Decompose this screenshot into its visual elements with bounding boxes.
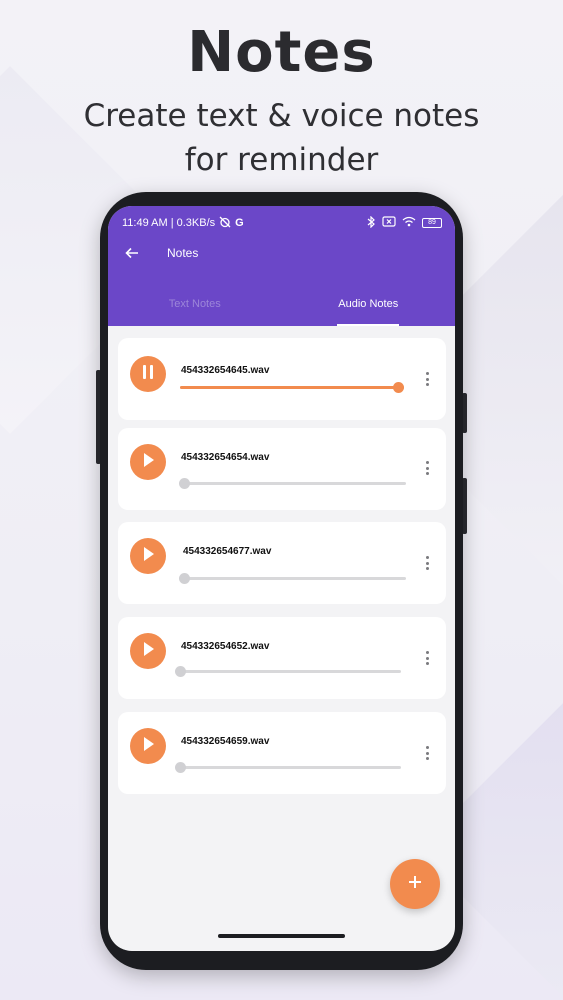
audio-seek-bar[interactable] [180, 382, 404, 393]
promo-subtitle-line2: for reminder [184, 142, 379, 178]
wifi-icon [402, 216, 416, 230]
play-button[interactable] [130, 538, 166, 574]
carrier-icon: G [235, 217, 244, 229]
audio-file-name: 454332654654.wav [181, 452, 270, 463]
alarm-off-icon [219, 216, 231, 231]
status-time: 11:49 AM | 0.3KB/s [122, 217, 216, 229]
audio-note-card[interactable]: 454332654659.wav [118, 712, 446, 794]
phone-screen: 11:49 AM | 0.3KB/s G 89 Notes Text Notes… [108, 206, 455, 951]
seek-thumb[interactable] [179, 573, 190, 584]
play-icon [141, 546, 155, 567]
more-vert-icon[interactable] [421, 554, 433, 572]
promo-title: Notes [187, 20, 376, 85]
sim-off-icon [382, 216, 396, 230]
audio-file-name: 454332654677.wav [183, 546, 272, 557]
home-indicator[interactable] [218, 934, 345, 938]
pause-icon [141, 364, 155, 385]
more-vert-icon[interactable] [421, 649, 433, 667]
promo-subtitle-line1: Create text & voice notes [83, 98, 480, 134]
seek-thumb[interactable] [175, 762, 186, 773]
pause-button[interactable] [130, 356, 166, 392]
audio-file-name: 454332654652.wav [181, 641, 270, 652]
seek-thumb[interactable] [175, 666, 186, 677]
play-button[interactable] [130, 444, 166, 480]
promo-subtitle: Create text & voice notes for reminder [0, 94, 563, 182]
plus-icon [407, 874, 423, 895]
tab-text-notes[interactable]: Text Notes [108, 292, 282, 326]
audio-seek-bar[interactable] [179, 478, 406, 489]
audio-note-card[interactable]: 454332654652.wav [118, 617, 446, 699]
tab-audio-notes-label: Audio Notes [338, 298, 399, 310]
audio-seek-bar[interactable] [179, 573, 406, 584]
audio-progress-fill [180, 386, 404, 389]
play-button[interactable] [130, 728, 166, 764]
add-note-button[interactable] [390, 859, 440, 909]
battery-icon: 89 [422, 218, 442, 228]
audio-note-card[interactable]: 454332654654.wav [118, 428, 446, 510]
tab-bar: Text Notes Audio Notes [108, 292, 455, 326]
bluetooth-icon [366, 215, 376, 231]
audio-note-card[interactable]: 454332654645.wav [118, 338, 446, 420]
audio-seek-bar[interactable] [175, 666, 401, 677]
seek-thumb[interactable] [393, 382, 404, 393]
status-bar: 11:49 AM | 0.3KB/s G 89 [122, 214, 442, 232]
audio-file-name: 454332654645.wav [181, 365, 270, 376]
play-icon [141, 736, 155, 757]
tab-indicator [337, 324, 400, 326]
audio-note-card[interactable]: 454332654677.wav [118, 522, 446, 604]
toolbar-title: Notes [167, 246, 199, 260]
seek-thumb[interactable] [179, 478, 190, 489]
audio-file-name: 454332654659.wav [181, 736, 270, 747]
more-vert-icon[interactable] [421, 370, 433, 388]
arrow-left-icon[interactable] [122, 243, 142, 263]
toolbar: Notes [108, 240, 455, 266]
play-icon [141, 641, 155, 662]
audio-seek-bar[interactable] [175, 762, 401, 773]
app-bar: 11:49 AM | 0.3KB/s G 89 Notes Text Notes… [108, 206, 455, 326]
tab-audio-notes[interactable]: Audio Notes [282, 292, 456, 326]
more-vert-icon[interactable] [421, 744, 433, 762]
play-icon [141, 452, 155, 473]
more-vert-icon[interactable] [421, 459, 433, 477]
play-button[interactable] [130, 633, 166, 669]
